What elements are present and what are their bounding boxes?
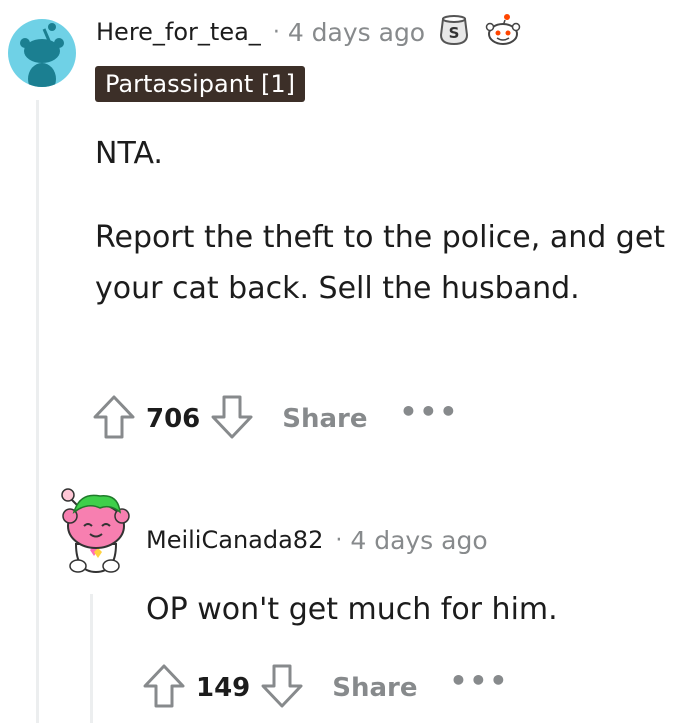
timestamp-link[interactable]: 4 days ago <box>350 526 487 555</box>
timestamp-link[interactable]: 4 days ago <box>288 18 425 47</box>
share-button[interactable]: Share <box>332 673 417 703</box>
upvote-icon[interactable] <box>92 394 136 444</box>
user-avatar[interactable] <box>8 19 76 87</box>
silver-award-icon[interactable]: S <box>437 13 471 51</box>
wholesome-award-icon[interactable] <box>483 12 523 52</box>
more-options-button[interactable]: ••• <box>450 664 510 697</box>
upvote-icon[interactable] <box>142 663 186 713</box>
thread-line[interactable] <box>36 100 39 723</box>
thread-line[interactable] <box>90 594 93 723</box>
meta-separator: · <box>272 19 280 45</box>
downvote-icon[interactable] <box>210 394 254 444</box>
downvote-icon[interactable] <box>260 663 304 713</box>
username-link[interactable]: MeiliCanada82 <box>146 526 323 554</box>
vote-count: 149 <box>196 673 251 703</box>
user-flair: Partassipant [1] <box>95 66 305 102</box>
snoo-icon <box>20 23 64 87</box>
comment-paragraph: NTA. <box>95 136 163 171</box>
vote-count: 706 <box>146 404 201 434</box>
more-options-button[interactable]: ••• <box>400 395 460 428</box>
reply-text: OP won't get much for him. <box>146 592 558 627</box>
user-avatar[interactable] <box>56 484 132 576</box>
share-button[interactable]: Share <box>282 404 367 434</box>
comment-actions: 706 Share ••• <box>92 394 459 444</box>
reply-meta: MeiliCanada82 · 4 days ago <box>146 522 488 558</box>
svg-text:S: S <box>449 24 460 42</box>
comment-meta: Here_for_tea_ · 4 days ago S <box>96 14 523 50</box>
comment-paragraph: Report the theft to the police, and get … <box>95 220 666 306</box>
reply-actions: 149 Share ••• <box>142 663 509 713</box>
snoo-avatar-icon <box>61 488 130 574</box>
username-link[interactable]: Here_for_tea_ <box>96 18 261 46</box>
meta-separator: · <box>335 527 343 553</box>
